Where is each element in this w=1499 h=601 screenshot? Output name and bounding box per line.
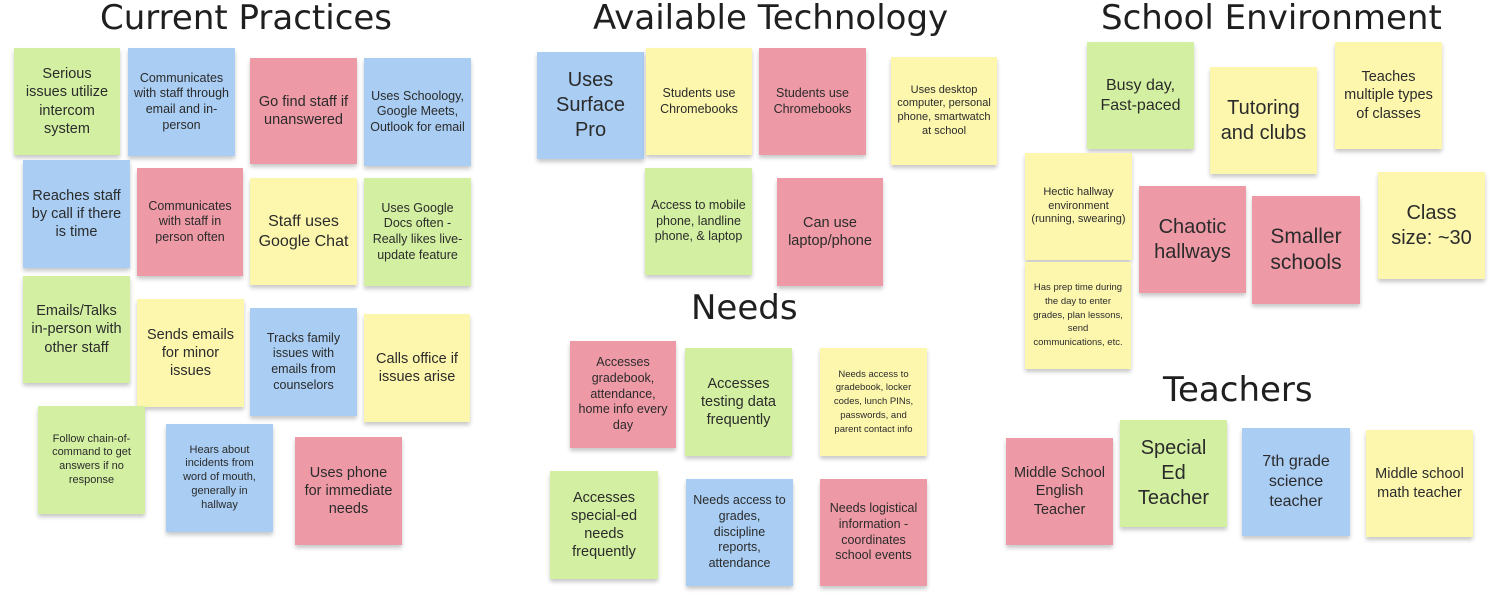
note-text: Emails/Talks in-person with other staff (31, 303, 122, 356)
sticky-note[interactable]: Reaches staff by call if there is time (23, 160, 130, 268)
note-text: Has prep time during the day to enter gr… (1033, 282, 1123, 349)
note-text: Uses phone for immediate needs (304, 464, 393, 518)
heading-school-environment: School Environment (1101, 0, 1442, 38)
note-text: Accesses special-ed needs frequently (570, 489, 638, 561)
note-text: Serious issues utilize intercom system (25, 66, 109, 137)
note-text: Busy day, Fast-paced (1100, 76, 1181, 114)
sticky-note[interactable]: Students use Chromebooks (759, 48, 866, 155)
note-text: Tutoring and clubs (1220, 96, 1307, 144)
heading-teachers: Teachers (1163, 370, 1313, 410)
note-text: Students use Chromebooks (660, 85, 738, 116)
sticky-note[interactable]: Communicates with staff in person often (137, 168, 243, 276)
sticky-note[interactable]: Access to mobile phone, landline phone, … (645, 168, 752, 275)
heading-available-technology: Available Technology (593, 0, 949, 38)
note-text: Middle school math teacher (1375, 466, 1464, 501)
sticky-note[interactable]: Busy day, Fast-paced (1087, 42, 1194, 149)
note-text: Sends emails for minor issues (146, 326, 235, 380)
note-text: Access to mobile phone, landline phone, … (651, 198, 746, 244)
sticky-note[interactable]: Needs access to gradebook, locker codes,… (820, 348, 927, 456)
heading-needs: Needs (691, 288, 798, 328)
note-text: Follow chain-of-command to get answers i… (52, 432, 131, 486)
note-text: 7th grade science teacher (1262, 453, 1330, 510)
note-text: Class size: ~30 (1391, 201, 1472, 249)
sticky-note[interactable]: Teaches multiple types of classes (1335, 42, 1442, 149)
note-text: Tracks family issues with emails from co… (266, 330, 341, 392)
note-text: Reaches staff by call if there is time (31, 187, 122, 241)
note-text: Needs access to gradebook, locker codes,… (833, 368, 914, 435)
sticky-note[interactable]: Needs logistical information - coordinat… (820, 479, 927, 586)
note-text: Accesses testing data frequently (701, 375, 776, 429)
sticky-note[interactable]: Accesses gradebook, attendance, home inf… (570, 341, 676, 448)
sticky-note[interactable]: Middle School English Teacher (1006, 438, 1113, 545)
sticky-note[interactable]: Go find staff if unanswered (250, 58, 357, 164)
note-text: Needs logistical information - coordinat… (829, 501, 918, 563)
sticky-note[interactable]: Class size: ~30 (1378, 172, 1485, 279)
sticky-note[interactable]: Communicates with staff through email an… (128, 48, 235, 156)
note-text: Communicates with staff through email an… (134, 70, 229, 132)
sticky-note[interactable]: Serious issues utilize intercom system (14, 48, 120, 155)
sticky-note[interactable]: Can use laptop/phone (777, 178, 883, 286)
sticky-note[interactable]: Tutoring and clubs (1210, 67, 1317, 174)
sticky-note[interactable]: Emails/Talks in-person with other staff (23, 276, 130, 383)
sticky-note[interactable]: Staff uses Google Chat (250, 178, 357, 285)
note-text: Can use laptop/phone (788, 214, 872, 249)
sticky-note[interactable]: Accesses testing data frequently (685, 348, 792, 456)
note-text: Students use Chromebooks (773, 85, 852, 116)
sticky-note[interactable]: Uses Schoology, Google Meets, Outlook fo… (364, 58, 471, 166)
sticky-note[interactable]: Accesses special-ed needs frequently (550, 471, 658, 579)
note-text: Uses desktop computer, personal phone, s… (897, 83, 991, 137)
sticky-note[interactable]: Uses phone for immediate needs (295, 437, 402, 545)
sticky-note[interactable]: Uses Surface Pro (537, 52, 644, 159)
note-text: Uses Google Docs often - Really likes li… (372, 200, 463, 262)
sticky-note[interactable]: Middle school math teacher (1366, 430, 1473, 537)
note-text: Teaches multiple types of classes (1344, 69, 1433, 122)
sticky-note[interactable]: Sends emails for minor issues (137, 299, 244, 407)
heading-current-practices: Current Practices (100, 0, 393, 38)
sticky-note[interactable]: Uses Google Docs often - Really likes li… (364, 178, 471, 286)
note-text: Uses Schoology, Google Meets, Outlook fo… (370, 88, 465, 134)
sticky-note[interactable]: 7th grade science teacher (1242, 428, 1350, 536)
sticky-note[interactable]: Calls office if issues arise (364, 314, 470, 422)
note-text: Chaotic hallways (1154, 215, 1231, 263)
sticky-note[interactable]: Hectic hallway environment (running, swe… (1025, 153, 1132, 260)
sticky-note[interactable]: Smaller schools (1252, 196, 1360, 304)
note-text: Middle School English Teacher (1013, 465, 1106, 518)
sticky-note[interactable]: Has prep time during the day to enter gr… (1025, 262, 1131, 369)
note-text: Staff uses Google Chat (258, 212, 349, 250)
sticky-note[interactable]: Special Ed Teacher (1120, 420, 1227, 527)
note-text: Special Ed Teacher (1137, 437, 1210, 509)
sticky-note[interactable]: Follow chain-of-command to get answers i… (38, 406, 145, 514)
note-text: Smaller schools (1270, 224, 1342, 274)
note-text: Hears about incidents from word of mouth… (183, 443, 256, 511)
sticky-note[interactable]: Students use Chromebooks (646, 48, 752, 155)
note-text: Hectic hallway environment (running, swe… (1031, 185, 1126, 226)
note-text: Accesses gradebook, attendance, home inf… (578, 355, 668, 432)
note-text: Needs access to grades, discipline repor… (693, 493, 786, 570)
sticky-note[interactable]: Needs access to grades, discipline repor… (686, 479, 793, 586)
sticky-note[interactable]: Uses desktop computer, personal phone, s… (891, 57, 997, 165)
note-text: Communicates with staff in person often (148, 198, 232, 244)
sticky-note[interactable]: Tracks family issues with emails from co… (250, 308, 357, 416)
note-text: Go find staff if unanswered (258, 93, 349, 128)
note-text: Calls office if issues arise (376, 350, 458, 385)
note-text: Uses Surface Pro (556, 69, 625, 141)
sticky-note[interactable]: Hears about incidents from word of mouth… (166, 424, 273, 532)
sticky-note[interactable]: Chaotic hallways (1139, 186, 1246, 293)
